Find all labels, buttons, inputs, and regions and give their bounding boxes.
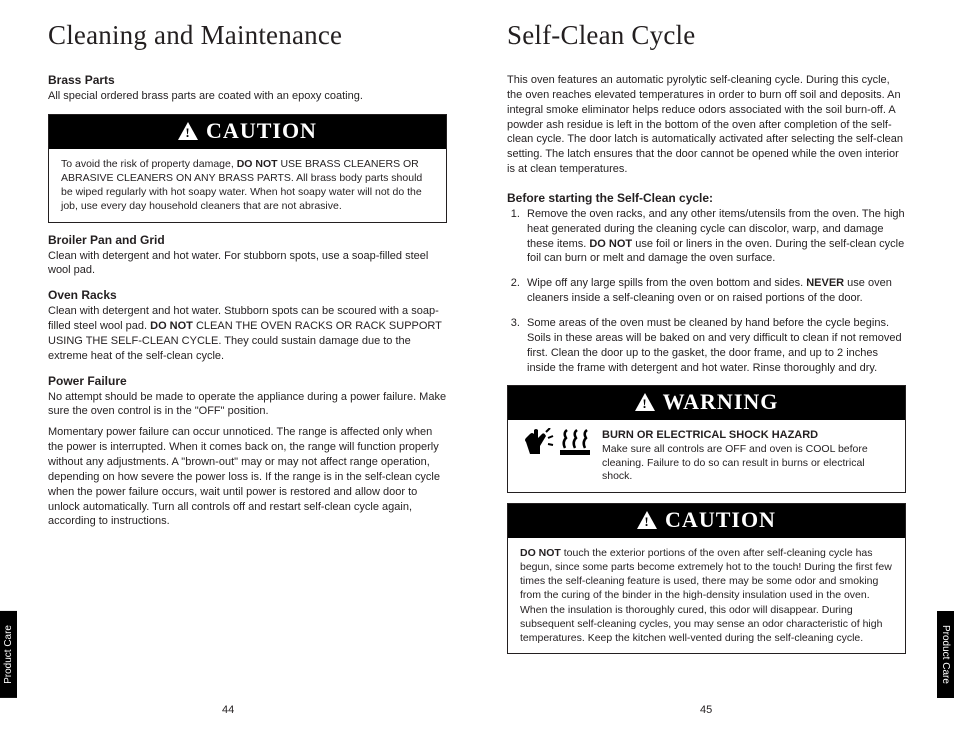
warning-triangle-icon: ! <box>635 393 655 411</box>
caution2-text: touch the exterior portions of the oven … <box>520 547 892 644</box>
warning-body-text: Make sure all controls are OFF and oven … <box>602 443 868 482</box>
heading-power: Power Failure <box>48 374 447 388</box>
step2-bold: NEVER <box>806 277 844 289</box>
page-left: Cleaning and Maintenance Brass Parts All… <box>48 20 447 664</box>
warning-body: BURN OR ELECTRICAL SHOCK HAZARD Make sur… <box>508 420 905 492</box>
warning-header: ! WARNING <box>508 386 905 420</box>
heading-before: Before starting the Self-Clean cycle: <box>507 191 906 205</box>
caution-label: CAUTION <box>206 118 317 144</box>
page-number-right: 45 <box>700 704 712 716</box>
heading-broiler: Broiler Pan and Grid <box>48 233 447 247</box>
section-broiler: Broiler Pan and Grid Clean with detergen… <box>48 233 447 279</box>
page-right: Self-Clean Cycle This oven features an a… <box>507 20 906 664</box>
warning-triangle-icon: ! <box>637 511 657 529</box>
svg-text:!: ! <box>185 125 190 140</box>
side-tab-right: Product Care <box>937 611 954 698</box>
text-brass: All special ordered brass parts are coat… <box>48 89 447 104</box>
text-power-1: No attempt should be made to operate the… <box>48 390 447 420</box>
page-title: Self-Clean Cycle <box>507 20 906 51</box>
section-power: Power Failure No attempt should be made … <box>48 374 447 530</box>
page-spread: Cleaning and Maintenance Brass Parts All… <box>0 0 954 664</box>
step1-bold: DO NOT <box>589 238 632 250</box>
step-3: Some areas of the oven must be cleaned b… <box>523 316 906 375</box>
caution-body: To avoid the risk of property damage, DO… <box>49 149 446 222</box>
caution-label-2: CAUTION <box>665 507 776 533</box>
warning-icons <box>520 428 592 458</box>
text-racks: Clean with detergent and hot water. Stub… <box>48 304 447 363</box>
racks-bold: DO NOT <box>150 320 193 332</box>
caution-header: ! CAUTION <box>49 115 446 149</box>
warning-subhead: BURN OR ELECTRICAL SHOCK HAZARD <box>602 429 818 441</box>
caution-text-pre: To avoid the risk of property damage, <box>61 158 237 170</box>
text-power-2: Momentary power failure can occur unnoti… <box>48 425 447 529</box>
caution-header-2: ! CAUTION <box>508 504 905 538</box>
heading-racks: Oven Racks <box>48 288 447 302</box>
warning-label: WARNING <box>663 389 779 415</box>
hot-surface-icon <box>558 428 592 458</box>
page-number-left: 44 <box>222 704 234 716</box>
caution-box-2: ! CAUTION DO NOT touch the exterior port… <box>507 503 906 654</box>
step-1: Remove the oven racks, and any other ite… <box>523 207 906 266</box>
step-2: Wipe off any large spills from the oven … <box>523 276 906 306</box>
caution-body-2: DO NOT touch the exterior portions of th… <box>508 538 905 653</box>
step2-pre: Wipe off any large spills from the oven … <box>527 277 806 289</box>
warning-triangle-icon: ! <box>178 122 198 140</box>
svg-text:!: ! <box>644 514 649 529</box>
side-tab-left: Product Care <box>0 611 17 698</box>
warning-text: BURN OR ELECTRICAL SHOCK HAZARD Make sur… <box>602 428 893 484</box>
section-intro: This oven features an automatic pyrolyti… <box>507 73 906 177</box>
caution-box: ! CAUTION To avoid the risk of property … <box>48 114 447 223</box>
caution-text-bold: DO NOT <box>237 158 278 170</box>
heading-brass: Brass Parts <box>48 73 447 87</box>
text-broiler: Clean with detergent and hot water. For … <box>48 249 447 279</box>
caution2-bold: DO NOT <box>520 547 561 559</box>
hand-icon <box>520 428 554 458</box>
page-title: Cleaning and Maintenance <box>48 20 447 51</box>
section-brass: Brass Parts All special ordered brass pa… <box>48 73 447 104</box>
text-intro: This oven features an automatic pyrolyti… <box>507 73 906 177</box>
section-racks: Oven Racks Clean with detergent and hot … <box>48 288 447 363</box>
warning-box: ! WARNING BURN OR ELECTRICAL SHOCK HAZAR… <box>507 385 906 493</box>
steps-list: Remove the oven racks, and any other ite… <box>507 207 906 375</box>
svg-text:!: ! <box>642 396 647 411</box>
